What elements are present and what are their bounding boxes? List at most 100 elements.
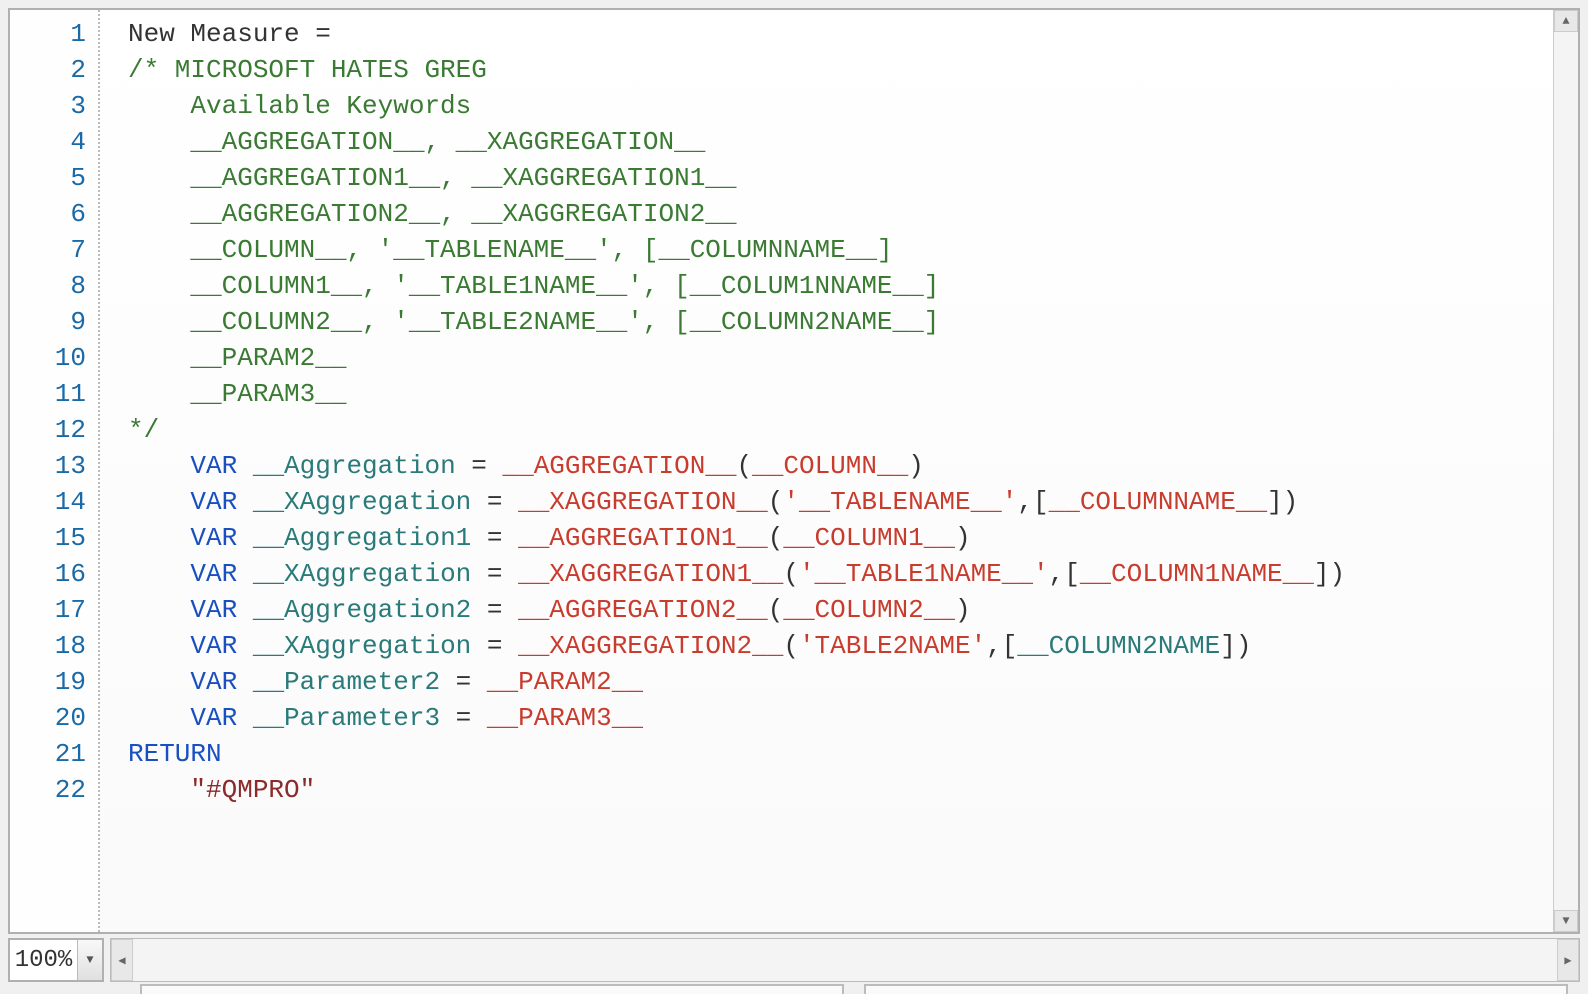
bottom-panel-tabs [140, 984, 1568, 994]
code-line[interactable]: __COLUMN__, '__TABLENAME__', [__COLUMNNA… [128, 232, 1553, 268]
token-plain: ,[ [1017, 487, 1048, 517]
token-func: __XAGGREGATION__ [518, 487, 768, 517]
code-line[interactable]: __COLUMN1__, '__TABLE1NAME__', [__COLUM1… [128, 268, 1553, 304]
code-line[interactable]: "#QMPRO" [128, 772, 1553, 808]
token-plain [237, 667, 253, 697]
code-line[interactable]: New Measure = [128, 16, 1553, 52]
token-plain: ,[ [986, 631, 1017, 661]
line-number: 15 [10, 520, 98, 556]
scroll-left-arrow-icon[interactable]: ◀ [111, 939, 133, 981]
token-paren: ( [768, 595, 784, 625]
line-number: 17 [10, 592, 98, 628]
bottom-panel-1 [140, 984, 844, 994]
code-line[interactable]: __COLUMN2__, '__TABLE2NAME__', [__COLUMN… [128, 304, 1553, 340]
line-number: 18 [10, 628, 98, 664]
code-line[interactable]: VAR __XAggregation = __XAGGREGATION2__('… [128, 628, 1553, 664]
token-comment: __COLUMN__, '__TABLENAME__', [__COLUMNNA… [128, 235, 893, 265]
code-line[interactable]: /* MICROSOFT HATES GREG [128, 52, 1553, 88]
code-line[interactable]: __AGGREGATION1__, __XAGGREGATION1__ [128, 160, 1553, 196]
scroll-right-arrow-icon[interactable]: ▶ [1557, 939, 1579, 981]
token-keyword: RETURN [128, 739, 222, 769]
token-plain [237, 631, 253, 661]
token-plain: = [471, 487, 518, 517]
token-plain: = [471, 523, 518, 553]
token-plain [237, 487, 253, 517]
token-plain [128, 667, 190, 697]
code-line[interactable]: __AGGREGATION2__, __XAGGREGATION2__ [128, 196, 1553, 232]
code-line[interactable]: __AGGREGATION__, __XAGGREGATION__ [128, 124, 1553, 160]
token-plain [128, 775, 190, 805]
token-plain: = [471, 559, 518, 589]
scroll-up-arrow-icon[interactable]: ▲ [1554, 10, 1578, 32]
line-number: 19 [10, 664, 98, 700]
token-plain: New Measure = [128, 19, 331, 49]
line-number: 11 [10, 376, 98, 412]
token-plain: = [440, 703, 487, 733]
token-comment: __PARAM2__ [128, 343, 346, 373]
token-plain [237, 451, 253, 481]
token-var: __Aggregation2 [253, 595, 471, 625]
code-line[interactable]: */ [128, 412, 1553, 448]
token-func: __COLUMN1NAME__ [1080, 559, 1314, 589]
bottom-panel-2 [864, 984, 1568, 994]
token-func: __XAGGREGATION2__ [518, 631, 783, 661]
token-var: __XAggregation [253, 559, 471, 589]
token-func: __PARAM2__ [487, 667, 643, 697]
code-line[interactable]: VAR __Parameter2 = __PARAM2__ [128, 664, 1553, 700]
zoom-level-label: 100% [10, 947, 77, 974]
token-plain [237, 523, 253, 553]
code-area[interactable]: New Measure =/* MICROSOFT HATES GREG Ava… [100, 10, 1553, 932]
token-func: __XAGGREGATION1__ [518, 559, 783, 589]
token-plain [128, 451, 190, 481]
token-comment: __AGGREGATION1__, __XAGGREGATION1__ [128, 163, 737, 193]
vertical-scrollbar[interactable]: ▲ ▼ [1553, 10, 1578, 932]
token-comment: __AGGREGATION2__, __XAGGREGATION2__ [128, 199, 737, 229]
token-plain: ]) [1220, 631, 1251, 661]
code-line[interactable]: VAR __XAggregation = __XAGGREGATION__('_… [128, 484, 1553, 520]
token-paren: ) [955, 595, 971, 625]
code-line[interactable]: VAR __Parameter3 = __PARAM3__ [128, 700, 1553, 736]
token-plain: ,[ [1049, 559, 1080, 589]
token-plain [128, 703, 190, 733]
code-line[interactable]: VAR __Aggregation1 = __AGGREGATION1__(__… [128, 520, 1553, 556]
line-number: 16 [10, 556, 98, 592]
token-keyword: VAR [190, 703, 237, 733]
token-comment: __AGGREGATION__, __XAGGREGATION__ [128, 127, 705, 157]
token-plain: ]) [1267, 487, 1298, 517]
token-plain: = [456, 451, 503, 481]
code-line[interactable]: __PARAM3__ [128, 376, 1553, 412]
token-comment: */ [128, 415, 159, 445]
token-keyword: VAR [190, 631, 237, 661]
token-func: __AGGREGATION2__ [518, 595, 768, 625]
token-keyword: VAR [190, 667, 237, 697]
token-keyword: VAR [190, 559, 237, 589]
code-line[interactable]: VAR __XAggregation = __XAGGREGATION1__('… [128, 556, 1553, 592]
code-editor: 12345678910111213141516171819202122 New … [8, 8, 1580, 934]
line-number: 12 [10, 412, 98, 448]
code-line[interactable]: __PARAM2__ [128, 340, 1553, 376]
zoom-dropdown[interactable]: 100% ▼ [8, 938, 104, 982]
token-keyword: VAR [190, 487, 237, 517]
line-number: 9 [10, 304, 98, 340]
chevron-down-icon[interactable]: ▼ [77, 940, 102, 980]
code-line[interactable]: VAR __Aggregation = __AGGREGATION__(__CO… [128, 448, 1553, 484]
token-var: __Parameter2 [253, 667, 440, 697]
token-keyword: VAR [190, 523, 237, 553]
token-comment: Available Keywords [128, 91, 471, 121]
horizontal-scrollbar[interactable]: ◀ ▶ [110, 938, 1580, 982]
line-number: 3 [10, 88, 98, 124]
token-func: __COLUMN2__ [783, 595, 955, 625]
line-number: 2 [10, 52, 98, 88]
token-func: __AGGREGATION1__ [518, 523, 768, 553]
token-var: __Parameter3 [253, 703, 440, 733]
token-keyword: VAR [190, 595, 237, 625]
line-number-gutter: 12345678910111213141516171819202122 [10, 10, 100, 932]
token-comment: __PARAM3__ [128, 379, 346, 409]
scroll-down-arrow-icon[interactable]: ▼ [1554, 910, 1578, 932]
code-line[interactable]: RETURN [128, 736, 1553, 772]
code-line[interactable]: Available Keywords [128, 88, 1553, 124]
token-plain: = [440, 667, 487, 697]
code-line[interactable]: VAR __Aggregation2 = __AGGREGATION2__(__… [128, 592, 1553, 628]
line-number: 4 [10, 124, 98, 160]
token-var: __Aggregation [253, 451, 456, 481]
